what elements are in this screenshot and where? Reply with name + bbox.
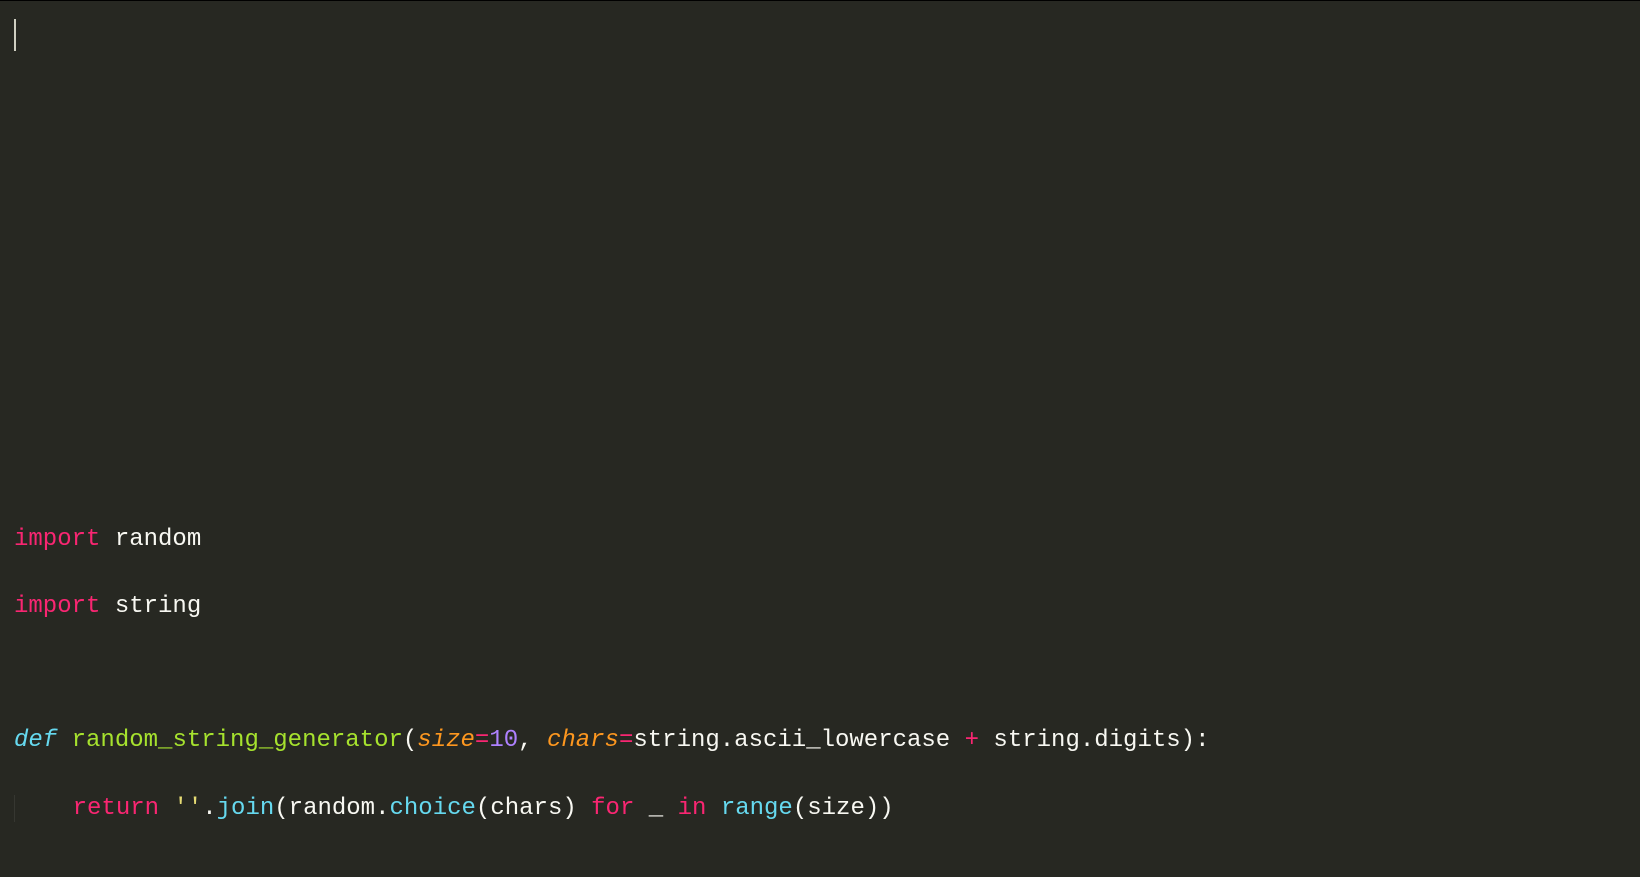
- parameter: size: [417, 727, 475, 754]
- punctuation: (: [403, 727, 417, 754]
- punctuation: ): [562, 795, 591, 822]
- operator: =: [619, 727, 633, 754]
- punctuation: ): [1181, 727, 1195, 754]
- operator: =: [475, 727, 489, 754]
- keyword-return: return: [73, 795, 159, 822]
- expression: string.ascii_lowercase: [633, 727, 964, 754]
- module-name: random: [100, 526, 201, 553]
- module-name: string: [100, 593, 201, 620]
- keyword-for: for: [591, 795, 634, 822]
- argument: size: [807, 795, 865, 822]
- code-line[interactable]: [14, 657, 1626, 691]
- text-cursor: [14, 19, 16, 51]
- code-line[interactable]: return ''.join(random.choice(chars) for …: [14, 792, 1626, 826]
- argument: chars: [490, 795, 562, 822]
- method-call: choice: [390, 795, 476, 822]
- keyword-import: import: [14, 593, 100, 620]
- builtin-call: range: [721, 795, 793, 822]
- keyword-def: def: [14, 727, 57, 754]
- punctuation: :: [1195, 727, 1209, 754]
- object-ref: random.: [289, 795, 390, 822]
- operator: +: [965, 727, 979, 754]
- punctuation: ): [865, 795, 879, 822]
- punctuation: ): [879, 795, 893, 822]
- parameter: chars: [547, 727, 619, 754]
- code-line[interactable]: def random_string_generator(size=10, cha…: [14, 724, 1626, 758]
- function-name: random_string_generator: [72, 727, 403, 754]
- keyword-in: in: [678, 795, 707, 822]
- punctuation: (: [274, 795, 288, 822]
- code-line[interactable]: [14, 389, 1626, 423]
- code-editor[interactable]: import random import string def random_s…: [0, 1, 1640, 877]
- code-line[interactable]: [14, 53, 1626, 87]
- code-line[interactable]: [14, 187, 1626, 221]
- indent: [14, 795, 73, 822]
- code-line[interactable]: [14, 456, 1626, 490]
- variable: _: [634, 795, 677, 822]
- method-call: join: [217, 795, 275, 822]
- code-line[interactable]: import random: [14, 523, 1626, 557]
- code-line[interactable]: import string: [14, 590, 1626, 624]
- punctuation: ,: [518, 727, 547, 754]
- number-literal: 10: [489, 727, 518, 754]
- expression: string.digits: [979, 727, 1181, 754]
- punctuation: (: [793, 795, 807, 822]
- string-literal: '': [173, 795, 202, 822]
- code-line[interactable]: [14, 254, 1626, 288]
- code-line[interactable]: [14, 120, 1626, 154]
- punctuation: .: [202, 795, 216, 822]
- code-line[interactable]: [14, 321, 1626, 355]
- keyword-import: import: [14, 526, 100, 553]
- punctuation: (: [476, 795, 490, 822]
